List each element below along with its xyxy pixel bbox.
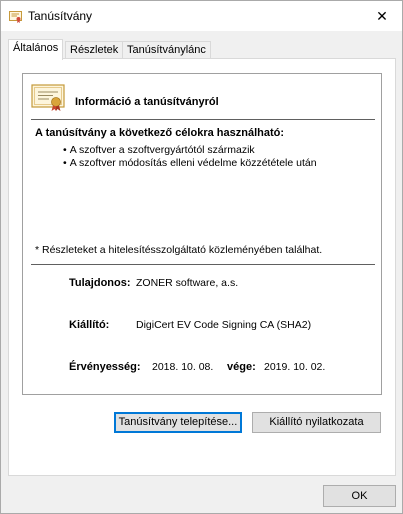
purpose-item: A szoftver a szoftvergyártótól származik — [63, 144, 317, 157]
tab-panel-general: Információ a tanúsítványról A tanúsítván… — [8, 58, 396, 476]
valid-to-label: vége: — [227, 361, 256, 373]
install-certificate-button[interactable]: Tanúsítvány telepítése... — [114, 412, 242, 433]
purpose-list: A szoftver a szoftvergyártótól származik… — [63, 144, 317, 170]
window-title: Tanúsítvány — [28, 9, 93, 23]
certificate-dialog: Tanúsítvány ✕ Általános Részletek Tanúsí… — [0, 0, 403, 514]
divider — [31, 264, 375, 265]
issued-to-value: ZONER software, a.s. — [136, 277, 239, 289]
certificate-icon — [9, 10, 22, 23]
info-title: Információ a tanúsítványról — [75, 96, 219, 108]
close-icon: ✕ — [376, 7, 388, 24]
valid-from-label: Érvényesség: — [69, 361, 141, 373]
tab-details[interactable]: Részletek — [65, 41, 124, 59]
issued-by-value: DigiCert EV Code Signing CA (SHA2) — [136, 319, 312, 331]
certificate-info-box: Információ a tanúsítványról A tanúsítván… — [22, 73, 382, 395]
tab-details-label: Részletek — [70, 44, 119, 56]
tab-certification-path-label: Tanúsítványlánc — [127, 44, 206, 56]
tab-general[interactable]: Általános — [8, 39, 64, 60]
divider — [31, 119, 375, 120]
certificate-icon — [31, 84, 65, 112]
issuer-statement-button[interactable]: Kiállító nyilatkozata — [252, 412, 381, 433]
tab-certification-path[interactable]: Tanúsítványlánc — [122, 41, 211, 59]
valid-from-value: 2018. 10. 08. — [152, 361, 214, 373]
tab-general-label: Általános — [13, 42, 59, 54]
title-bar: Tanúsítvány ✕ — [1, 1, 402, 31]
valid-to-value: 2019. 10. 02. — [264, 361, 326, 373]
purposes-heading: A tanúsítvány a következő célokra haszná… — [35, 127, 285, 139]
close-button[interactable]: ✕ — [362, 1, 402, 31]
purpose-item: A szoftver módosítás elleni védelme közz… — [63, 157, 317, 170]
issued-to-label: Tulajdonos: — [69, 277, 131, 289]
ok-button[interactable]: OK — [323, 485, 396, 507]
issued-by-label: Kiállító: — [69, 319, 110, 331]
issuer-statement-note: * Részleteket a hitelesítésszolgáltató k… — [35, 244, 323, 256]
